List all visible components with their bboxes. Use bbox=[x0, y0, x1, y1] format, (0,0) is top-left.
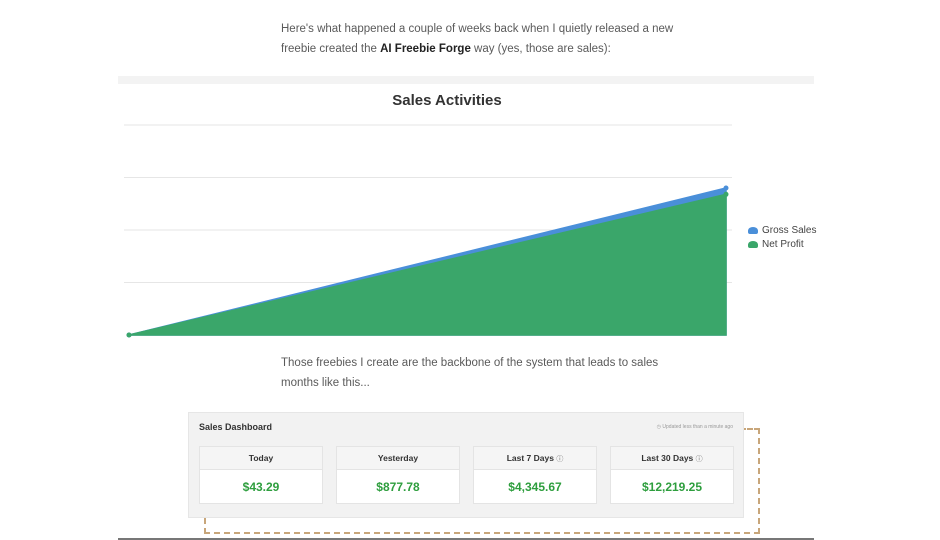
card-last-30-days-value: $12,219.25 bbox=[641, 480, 703, 494]
card-today-value: $43.29 bbox=[242, 480, 280, 494]
card-yesterday-header: Yesterday bbox=[337, 447, 459, 470]
dashboard-updated: ◷ Updated less than a minute ago bbox=[657, 424, 733, 430]
card-yesterday: Yesterday $877.78 bbox=[336, 446, 460, 504]
outro-paragraph: Those freebies I create are the backbone… bbox=[281, 353, 701, 393]
card-today-label: Today bbox=[248, 453, 274, 463]
card-last-7-days-header: Last 7 Days ⓘ bbox=[474, 447, 596, 470]
dashboard-title: Sales Dashboard bbox=[199, 422, 273, 432]
info-icon[interactable]: ⓘ bbox=[556, 456, 563, 463]
legend-gross-sales-label: Gross Sales bbox=[762, 224, 817, 236]
outro-line-2: months like this... bbox=[281, 377, 370, 389]
sales-dashboard: Sales Dashboard ◷ Updated less than a mi… bbox=[188, 412, 744, 518]
point-net-profit-0 bbox=[126, 332, 132, 338]
card-today: Today $43.29 bbox=[199, 446, 323, 504]
area-net-profit bbox=[128, 193, 727, 336]
legend-net-profit-label: Net Profit bbox=[762, 238, 804, 250]
legend-gross-sales[interactable]: Gross Sales bbox=[748, 224, 816, 236]
legend-net-profit[interactable]: Net Profit bbox=[748, 238, 804, 250]
card-last-30-days-label: Last 30 Days bbox=[641, 453, 694, 463]
card-yesterday-label: Yesterday bbox=[377, 453, 419, 463]
area-layer bbox=[128, 187, 727, 336]
gross-sales-swatch bbox=[748, 226, 758, 234]
info-icon[interactable]: ⓘ bbox=[696, 456, 703, 463]
card-today-header: Today bbox=[200, 447, 322, 470]
card-last-7-days-value: $4,345.67 bbox=[508, 480, 562, 494]
card-last-30-days: Last 30 Days ⓘ $12,219.25 bbox=[610, 446, 734, 504]
clock-icon: ◷ bbox=[656, 424, 661, 430]
dashboard-updated-text: Updated less than a minute ago bbox=[662, 424, 733, 430]
outro-line-1: Those freebies I create are the backbone… bbox=[281, 357, 659, 369]
card-last-30-days-header: Last 30 Days ⓘ bbox=[611, 447, 733, 470]
card-last-7-days-label: Last 7 Days bbox=[506, 453, 554, 463]
net-profit-swatch bbox=[748, 240, 758, 248]
card-last-7-days: Last 7 Days ⓘ $4,345.67 bbox=[473, 446, 597, 504]
point-gross-sales-1 bbox=[723, 185, 729, 191]
point-net-profit-1 bbox=[723, 191, 729, 197]
card-yesterday-value: $877.78 bbox=[376, 480, 420, 494]
